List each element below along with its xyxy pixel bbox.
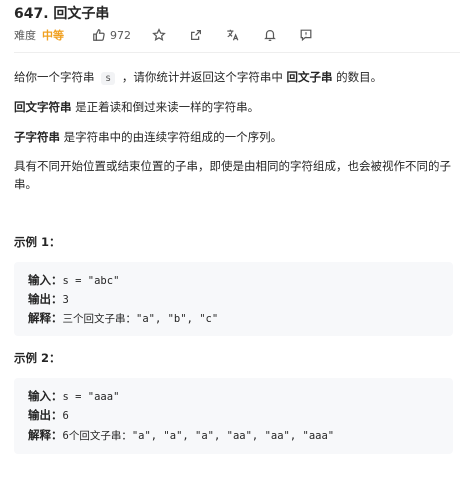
p3-text: 是字符串中的由连续字符组成的一个序列。 [60,130,283,144]
translate-icon [227,29,239,41]
favorite-button[interactable] [152,25,166,45]
header-divider [14,52,460,53]
notify-button[interactable] [263,25,277,45]
description-paragraph-2: 回文字符串 是正着读和倒过来读一样的字符串。 [14,98,460,116]
input-label: 输入： [28,273,63,287]
description-paragraph-4: 具有不同开始位置或结束位置的子串，即使是由相同的字符组成，也会被视作不同的子串。 [14,157,460,193]
example-1-box: 输入：s = "abc" 输出：3 解释：三个回文子串："a", "b", "c… [14,262,453,336]
translate-button[interactable] [226,25,240,45]
example-2-box: 输入：s = "aaa" 输出：6 解释：6个回文子串："a", "a", "a… [14,378,453,454]
description-paragraph-3: 子字符串 是字符串中的由连续字符组成的一个序列。 [14,128,460,146]
explain-label: 解释： [28,311,63,325]
bell-icon [264,30,276,41]
output-value: 3 [62,294,69,306]
explain-label: 解释： [28,428,63,442]
example-2-title: 示例 2： [14,351,61,365]
example-2-output: 输出：6 [28,406,69,425]
p1-text-a: 给你一个字符串 [14,70,99,84]
input-value: s = "aaa" [62,391,120,403]
p1-text-c: 的数目。 [332,70,383,84]
example-2-explanation: 解释：6个回文子串："a", "a", "a", "aa", "aa", "aa… [28,426,334,445]
like-button[interactable]: 972 [92,25,131,45]
explain-value: 6个回文子串："a", "a", "a", "aa", "aa", "aaa" [62,430,335,442]
share-button[interactable] [189,25,203,45]
feedback-icon [300,29,312,42]
p2-bold: 回文字符串 [14,100,72,114]
p1-bold: 回文子串 [286,70,333,84]
example-1-output: 输出：3 [28,290,69,309]
output-label: 输出： [28,408,63,422]
example-2-input: 输入：s = "aaa" [28,387,119,406]
feedback-button[interactable] [299,25,313,45]
p1-text-b: ，请你统计并返回这个字符串中 [118,70,287,84]
difficulty-label: 难度 [14,29,36,42]
p4-text: 具有不同开始位置或结束位置的子串，即使是由相同的字符组成，也会被视作不同的子串。 [14,159,451,191]
p3-bold: 子字符串 [14,130,60,144]
star-icon [152,28,166,42]
variable-s: s [101,72,116,85]
share-icon [191,30,201,40]
example-1-title: 示例 1： [14,235,61,249]
example-1-explanation: 解释：三个回文子串："a", "b", "c" [28,309,218,328]
explain-value: 三个回文子串："a", "b", "c" [62,313,219,325]
output-label: 输出： [28,292,63,306]
problem-meta: 难度 中等 [14,26,64,44]
input-label: 输入： [28,389,63,403]
difficulty-value: 中等 [42,29,64,42]
description-paragraph-1: 给你一个字符串 s ，请你统计并返回这个字符串中 回文子串 的数目。 [14,68,460,88]
thumbs-up-icon [93,29,105,41]
problem-title: 647. 回文子串 [14,6,110,22]
input-value: s = "abc" [62,275,120,287]
p2-text: 是正着读和倒过来读一样的字符串。 [71,100,260,114]
like-count: 972 [110,28,131,42]
example-1-input: 输入：s = "abc" [28,271,119,290]
output-value: 6 [62,410,69,422]
